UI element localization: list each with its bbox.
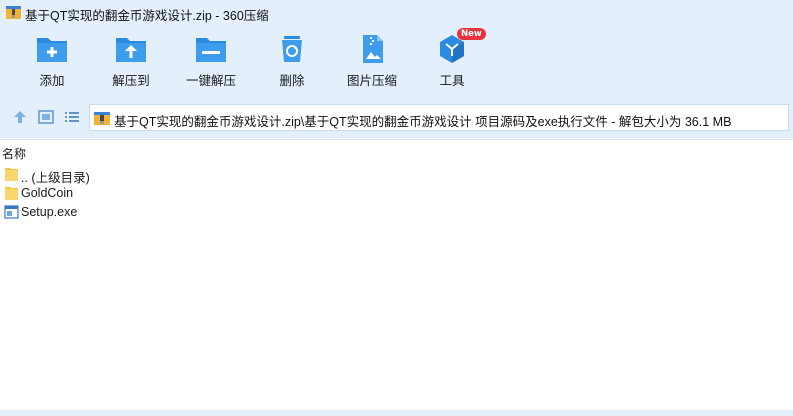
tools-label: 工具 — [439, 74, 465, 88]
toolbar: 添加 解压到 一键解压 删除 图片压缩 New 工具 — [0, 26, 793, 98]
column-name-header[interactable]: 名称 — [2, 145, 26, 162]
bottom-strip — [0, 410, 793, 416]
add-label: 添加 — [39, 74, 65, 88]
file-list: .. (上级目录) GoldCoin Setup.exe — [0, 165, 793, 222]
image-compress-button[interactable]: 图片压缩 — [337, 34, 407, 94]
one-click-extract-label: 一键解压 — [185, 74, 236, 88]
file-name: Setup.exe — [21, 205, 78, 219]
list-item[interactable]: .. (上级目录) — [0, 165, 793, 185]
zip-archive-icon — [94, 112, 110, 125]
exe-file-icon — [4, 205, 19, 219]
title-bar: 基于QT实现的翻金币游戏设计.zip - 360压缩 — [0, 0, 793, 26]
extract-to-label: 解压到 — [112, 74, 150, 88]
folder-icon — [5, 168, 18, 181]
one-click-extract-button[interactable]: 一键解压 — [176, 34, 246, 94]
extract-to-button[interactable]: 解压到 — [96, 34, 166, 94]
add-folder-icon — [37, 38, 67, 62]
up-arrow-icon[interactable] — [11, 108, 29, 126]
path-text: 基于QT实现的翻金币游戏设计.zip\基于QT实现的翻金币游戏设计 项目源码及e… — [114, 115, 732, 129]
delete-button[interactable]: 删除 — [257, 34, 327, 94]
list-view-icon[interactable] — [63, 108, 81, 126]
list-item[interactable]: Setup.exe — [0, 203, 793, 222]
add-button[interactable]: 添加 — [17, 34, 87, 94]
image-compress-icon — [363, 35, 383, 63]
column-header: 名称 — [0, 139, 793, 162]
recycle-delete-icon — [282, 36, 302, 62]
delete-label: 删除 — [279, 74, 305, 88]
zip-app-icon — [6, 6, 21, 19]
extract-to-icon — [116, 38, 146, 62]
file-name: GoldCoin — [21, 186, 74, 200]
window-title: 基于QT实现的翻金币游戏设计.zip - 360压缩 — [25, 9, 269, 23]
image-compress-label: 图片压缩 — [346, 74, 397, 88]
tools-button[interactable]: New 工具 — [417, 28, 487, 94]
list-item[interactable]: GoldCoin — [0, 184, 793, 203]
thumbnail-view-icon[interactable] — [37, 108, 55, 126]
address-path-field[interactable]: 基于QT实现的翻金币游戏设计.zip\基于QT实现的翻金币游戏设计 项目源码及e… — [89, 104, 789, 131]
folder-icon — [5, 187, 18, 200]
new-badge: New — [457, 28, 486, 40]
one-click-extract-icon — [196, 38, 226, 62]
